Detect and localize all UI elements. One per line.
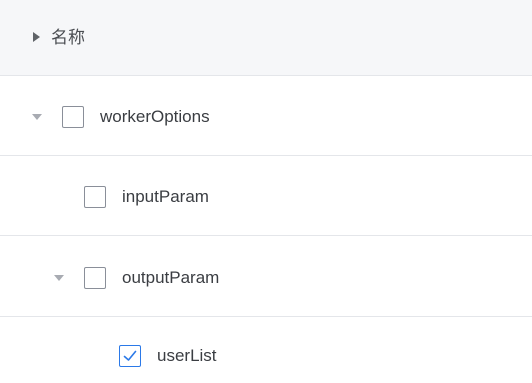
checkbox-userlist[interactable]: [119, 345, 141, 367]
checkbox-workeroptions[interactable]: [62, 106, 84, 128]
tree-row-userlist[interactable]: userList: [0, 317, 532, 383]
node-label-workeroptions[interactable]: workerOptions: [100, 106, 210, 128]
checkmark-icon: [123, 350, 137, 361]
caret-right-icon[interactable]: [33, 32, 40, 42]
caret-down-icon[interactable]: [54, 275, 64, 281]
tree-table: 名称 workerOptions inputParam outputParam …: [0, 0, 532, 383]
node-label-inputparam[interactable]: inputParam: [122, 186, 209, 208]
node-label-userlist[interactable]: userList: [157, 345, 217, 367]
checkbox-outputparam[interactable]: [84, 267, 106, 289]
column-header-name[interactable]: 名称: [51, 27, 85, 49]
caret-down-icon[interactable]: [32, 114, 42, 120]
tree-row-outputparam[interactable]: outputParam: [0, 237, 532, 317]
tree-row-workeroptions[interactable]: workerOptions: [0, 76, 532, 156]
table-header: 名称: [0, 0, 532, 76]
node-label-outputparam[interactable]: outputParam: [122, 267, 219, 289]
checkbox-inputparam[interactable]: [84, 186, 106, 208]
tree-row-inputparam[interactable]: inputParam: [0, 156, 532, 236]
